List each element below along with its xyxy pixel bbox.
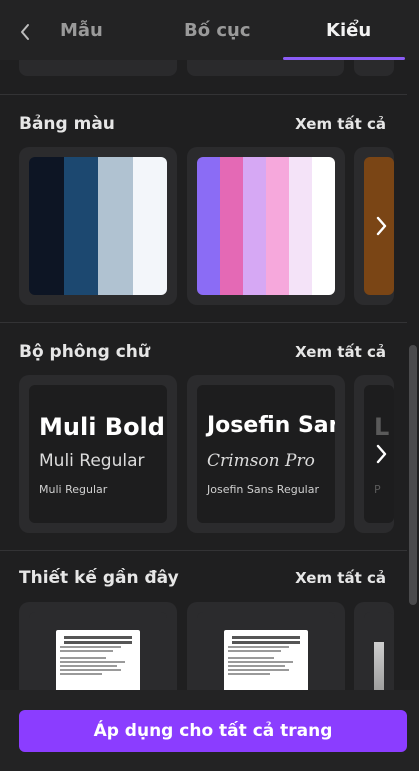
section-divider: [0, 94, 407, 95]
font-set-preview: Muli Bold Muli Regular Muli Regular: [29, 385, 167, 523]
color-swatch: [98, 157, 133, 295]
color-swatch: [197, 157, 220, 295]
recent-design-card[interactable]: [187, 602, 345, 690]
footer-bar: Áp dụng cho tất cả trang: [0, 690, 419, 771]
palette-swatches: [29, 157, 167, 295]
palette-see-all-link[interactable]: Xem tất cả: [295, 115, 386, 133]
palette-next-button[interactable]: [368, 206, 396, 246]
color-swatch: [266, 157, 289, 295]
color-swatch: [29, 157, 64, 295]
font-see-all-link[interactable]: Xem tất cả: [295, 343, 386, 361]
apply-to-all-pages-button[interactable]: Áp dụng cho tất cả trang: [19, 710, 407, 752]
font-subheading: Crimson Pro: [207, 451, 315, 471]
chevron-right-icon: [376, 216, 387, 236]
recent-design-card[interactable]: [19, 602, 177, 690]
font-body: P: [374, 483, 381, 496]
section-divider: [0, 550, 407, 551]
palette-card[interactable]: [19, 147, 177, 305]
palette-section-title: Bảng màu: [19, 114, 115, 134]
tab-styles[interactable]: Kiểu: [326, 20, 371, 41]
color-swatch: [243, 157, 266, 295]
font-set-preview: Josefin Sans Crimson Pro Josefin Sans Re…: [197, 385, 335, 523]
document-page-thumbnail: [56, 630, 140, 690]
tab-bar: Mẫu Bố cục Kiểu: [0, 0, 419, 60]
font-set-card[interactable]: Muli Bold Muli Regular Muli Regular: [19, 375, 177, 533]
section-divider: [0, 322, 407, 323]
palette-swatches: [197, 157, 335, 295]
previous-section-card[interactable]: [354, 60, 394, 76]
back-button[interactable]: [18, 22, 32, 42]
design-thumbnail: [197, 612, 335, 690]
chevron-right-icon: [376, 444, 387, 464]
recent-section-title: Thiết kế gần đây: [19, 568, 179, 588]
styles-panel[interactable]: Bảng màu Xem tất cả Bộ phông chữ Xem tất…: [0, 60, 407, 690]
font-body: Josefin Sans Regular: [207, 483, 319, 496]
font-heading: Josefin Sans: [207, 413, 335, 438]
font-subheading: Muli Regular: [39, 451, 145, 471]
scrollbar-thumb[interactable]: [409, 345, 417, 605]
font-section-title: Bộ phông chữ: [19, 342, 150, 362]
recent-design-card[interactable]: [354, 602, 394, 690]
color-swatch: [63, 157, 98, 295]
font-body: Muli Regular: [39, 483, 108, 496]
color-swatch: [289, 157, 312, 295]
design-thumbnail: [364, 612, 394, 690]
tab-layouts[interactable]: Bố cục: [184, 20, 251, 41]
previous-section-card[interactable]: [187, 60, 344, 76]
chevron-left-icon: [21, 24, 29, 40]
color-swatch: [312, 157, 335, 295]
color-swatch: [220, 157, 243, 295]
tab-templates[interactable]: Mẫu: [60, 20, 103, 41]
design-thumbnail: [29, 612, 167, 690]
recent-see-all-link[interactable]: Xem tất cả: [295, 569, 386, 587]
previous-section-card[interactable]: [19, 60, 177, 76]
font-heading: Muli Bold: [39, 413, 165, 441]
font-next-button[interactable]: [368, 434, 396, 474]
palette-card[interactable]: [187, 147, 345, 305]
font-set-card[interactable]: Josefin Sans Crimson Pro Josefin Sans Re…: [187, 375, 345, 533]
partial-thumbnail: [374, 642, 384, 690]
document-page-thumbnail: [224, 630, 308, 690]
color-swatch: [132, 157, 167, 295]
